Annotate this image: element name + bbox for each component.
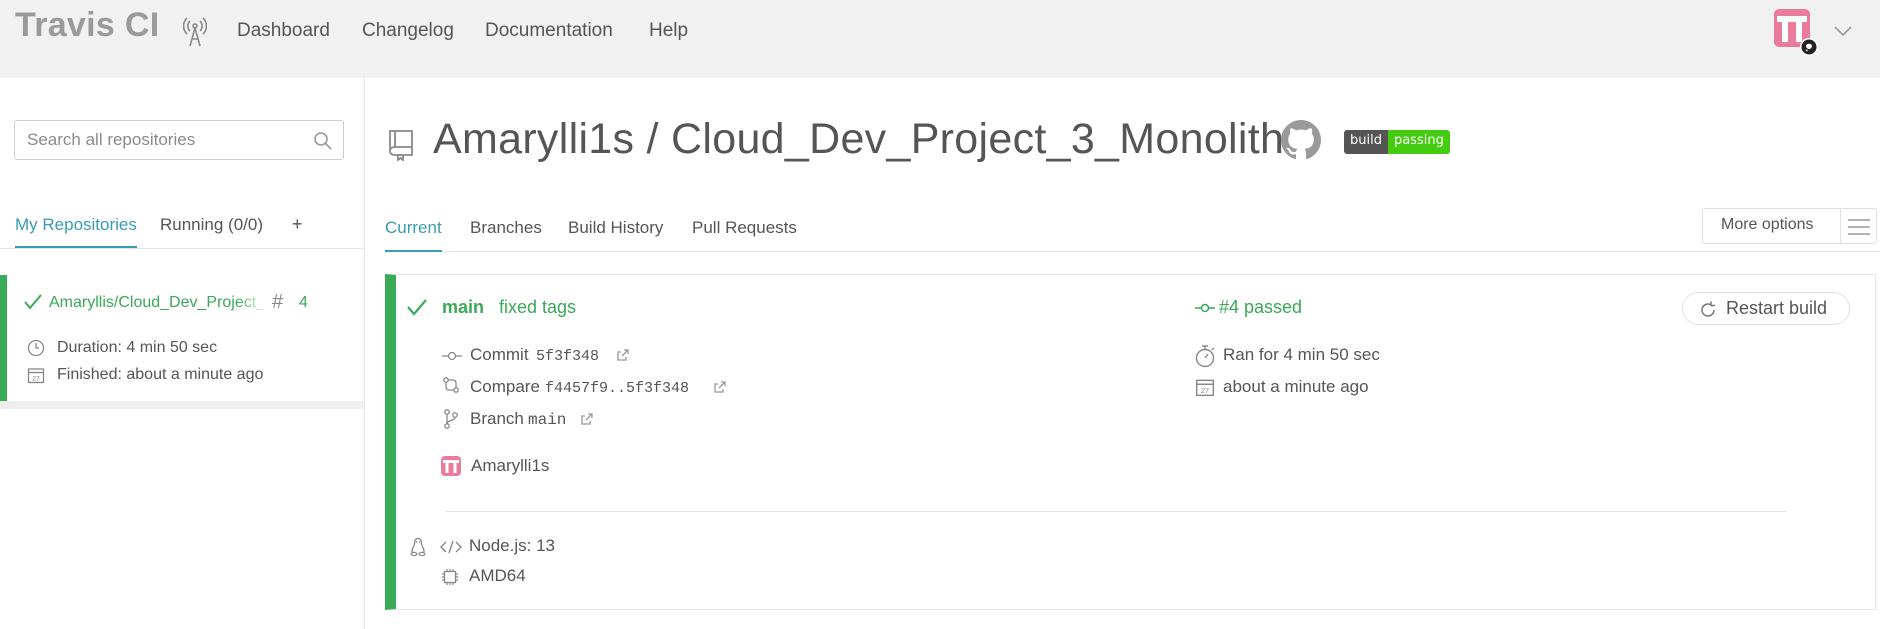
build-summary-card: [385, 274, 1876, 610]
tab-branches[interactable]: Branches: [470, 218, 542, 238]
nav-changelog[interactable]: Changelog: [362, 20, 454, 42]
travis-logo[interactable]: Travis CI: [15, 6, 159, 45]
sidebar-divider: [0, 401, 364, 409]
clock-icon: [27, 339, 45, 357]
github-icon[interactable]: [1281, 120, 1321, 165]
repo-card[interactable]: Amaryllis/Cloud_Dev_Project_3_Monolith #…: [0, 275, 364, 401]
tab-running[interactable]: Running (0/0): [160, 215, 263, 235]
branch-label: Branch: [470, 409, 524, 428]
sidebar: My Repositories Running (0/0) + Amarylli…: [0, 78, 365, 629]
main-tabs: Current Branches Build History Pull Requ…: [385, 211, 1880, 252]
compare-range-link[interactable]: f4457f9..5f3f348: [545, 380, 689, 397]
search-input[interactable]: [25, 121, 309, 159]
arch-text: AMD64: [469, 566, 526, 585]
tab-pull-requests[interactable]: Pull Requests: [692, 218, 797, 238]
finished-time-text: about a minute ago: [1223, 377, 1369, 396]
page-title[interactable]: Amarylli1s / Cloud_Dev_Project_3_Monolit…: [433, 115, 1284, 164]
hamburger-icon[interactable]: [1847, 218, 1871, 241]
author-avatar[interactable]: [441, 456, 461, 481]
badge-value: passing: [1387, 130, 1450, 154]
build-status-badge[interactable]: build passing: [1344, 130, 1450, 154]
badge-label: build: [1344, 130, 1388, 154]
linux-icon: [409, 537, 427, 562]
duration-row: Duration: 4 min 50 sec: [27, 339, 217, 362]
nav-dashboard[interactable]: Dashboard: [237, 20, 330, 42]
svg-text:27: 27: [1201, 386, 1209, 395]
passed-check-icon: [406, 297, 428, 322]
tab-my-repositories[interactable]: My Repositories: [15, 215, 137, 248]
nav-documentation[interactable]: Documentation: [485, 20, 613, 42]
commit-icon: [442, 349, 462, 368]
calendar-icon: 27: [1195, 377, 1215, 402]
more-options-label: More options: [1721, 216, 1814, 233]
card-divider: [445, 511, 1787, 512]
external-link-icon[interactable]: [713, 380, 727, 399]
search-icon[interactable]: [313, 131, 333, 156]
search-box[interactable]: [14, 120, 344, 160]
cpu-icon: [441, 568, 459, 591]
language-text: Node.js: 13: [469, 536, 555, 555]
more-options-button[interactable]: More options: [1702, 208, 1877, 244]
hash-icon: #: [272, 291, 284, 313]
commit-message: fixed tags: [499, 297, 577, 317]
restart-build-button[interactable]: Restart build: [1682, 292, 1850, 325]
stopwatch-icon: [1194, 344, 1216, 373]
tab-build-history[interactable]: Build History: [568, 218, 663, 238]
top-bar: Travis CI Dashboard Changelog Documentat…: [0, 0, 1880, 78]
finished-row: 27 Finished: about a minute ago: [27, 366, 263, 389]
external-link-icon[interactable]: [580, 412, 594, 431]
code-icon: [440, 540, 462, 559]
compare-icon: [442, 376, 460, 399]
add-repo-button[interactable]: +: [292, 214, 303, 235]
ran-for-text: Ran for 4 min 50 sec: [1223, 345, 1380, 364]
sidebar-tabs: My Repositories Running (0/0) +: [0, 208, 364, 249]
nav-help[interactable]: Help: [649, 20, 688, 42]
commit-sha-link[interactable]: 5f3f348: [536, 348, 599, 365]
external-link-icon[interactable]: [616, 348, 630, 367]
branch-icon: [443, 409, 459, 434]
author-name[interactable]: Amarylli1s: [471, 456, 549, 476]
build-number-link[interactable]: 4: [299, 294, 308, 312]
duration-text: Duration: 4 min 50 sec: [57, 339, 218, 356]
restart-icon: [1699, 301, 1717, 324]
build-status-link[interactable]: #4 passed: [1219, 297, 1302, 318]
commit-node-icon: [1195, 301, 1215, 320]
restart-build-label: Restart build: [1726, 298, 1828, 318]
user-avatar[interactable]: [1774, 9, 1818, 56]
repo-book-icon: [386, 127, 416, 166]
calendar-icon: 27: [27, 368, 45, 384]
compare-label: Compare: [470, 377, 540, 396]
chevron-down-icon[interactable]: [1833, 24, 1853, 42]
branch-name-link[interactable]: main: [442, 297, 484, 318]
repo-name-link[interactable]: Amaryllis/Cloud_Dev_Project_3_Monolith: [49, 294, 265, 312]
finished-text: Finished: about a minute ago: [57, 366, 264, 383]
antenna-icon[interactable]: [182, 14, 208, 53]
commit-label: Commit: [470, 345, 529, 364]
branch-value-link[interactable]: main: [528, 411, 566, 429]
check-icon: [23, 293, 43, 316]
svg-text:27: 27: [32, 376, 40, 383]
tab-current[interactable]: Current: [385, 218, 442, 252]
